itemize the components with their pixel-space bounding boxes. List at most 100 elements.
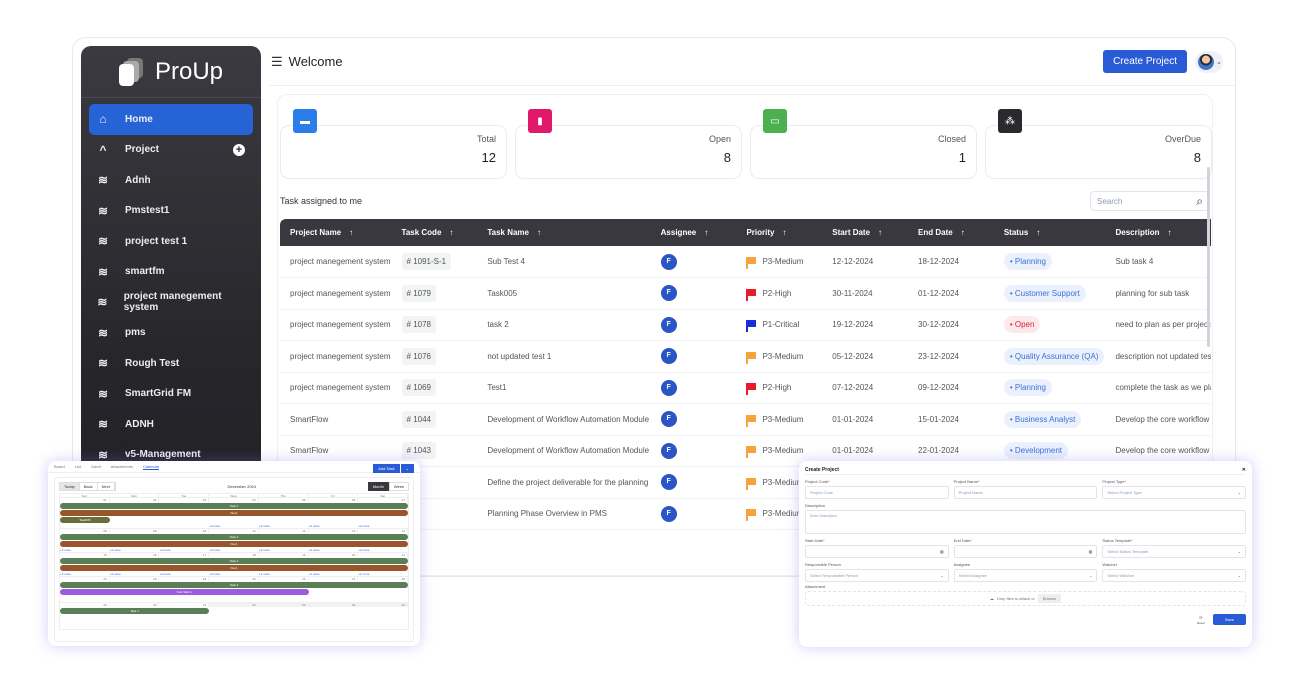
assignee-avatar[interactable]: F bbox=[660, 505, 677, 522]
day-number[interactable]: 20 bbox=[309, 553, 359, 557]
column-header[interactable]: Task Name ↑ bbox=[477, 219, 650, 246]
day-number[interactable]: 08 bbox=[60, 529, 110, 533]
assignee-avatar[interactable]: F bbox=[660, 442, 677, 459]
user-menu[interactable]: ⌄ bbox=[1195, 50, 1223, 73]
sidebar-item-project-entry[interactable]: ≋ pms bbox=[89, 318, 253, 349]
add-task-dropdown-icon[interactable]: ⌄ bbox=[400, 464, 414, 473]
column-header[interactable]: End Date ↑ bbox=[908, 219, 994, 246]
sort-arrow-icon[interactable]: ↑ bbox=[349, 228, 353, 237]
add-task-button[interactable]: Add Task bbox=[373, 464, 400, 473]
tab-gantt[interactable]: Gantt bbox=[91, 464, 101, 469]
column-header[interactable]: Task Code ↑ bbox=[392, 219, 478, 246]
assignee-avatar[interactable]: F bbox=[660, 316, 677, 333]
more-link[interactable]: +2 more bbox=[358, 548, 408, 552]
more-link[interactable]: +1 more bbox=[358, 572, 408, 576]
project-code-input[interactable]: Project Code bbox=[805, 486, 949, 499]
calendar-event[interactable]: Task005 bbox=[60, 517, 110, 523]
file-dropzone[interactable]: ☁ Drop files to attach or Browse bbox=[805, 591, 1246, 606]
sort-arrow-icon[interactable]: ↑ bbox=[961, 228, 965, 237]
sidebar-item-project-entry[interactable]: ≋ Adnh bbox=[89, 165, 253, 196]
calendar-event[interactable]: Task 1 bbox=[60, 503, 408, 509]
table-row[interactable]: project manegement system # 1091-S-1 Sub T… bbox=[280, 246, 1211, 278]
day-number[interactable]: 18 bbox=[209, 553, 259, 557]
day-number[interactable]: 09 bbox=[110, 529, 160, 533]
more-link[interactable]: +2 more bbox=[159, 548, 209, 552]
day-number[interactable]: 03 bbox=[159, 498, 210, 502]
watcher-select[interactable]: Select Watcher ⌄ bbox=[1102, 569, 1246, 582]
more-link[interactable]: +2 more bbox=[309, 524, 359, 528]
sort-arrow-icon[interactable]: ↑ bbox=[782, 228, 786, 237]
day-number[interactable]: 13 bbox=[309, 529, 359, 533]
day-number[interactable]: 30 bbox=[110, 603, 160, 607]
project-name-input[interactable]: Project Name bbox=[953, 486, 1098, 499]
day-number[interactable]: 23 bbox=[110, 577, 160, 581]
day-number[interactable]: 28 bbox=[358, 577, 408, 581]
more-link[interactable]: +2 more bbox=[60, 548, 110, 552]
sidebar-item-project-entry[interactable]: ≋ Pmstest1 bbox=[89, 196, 253, 227]
calendar-event[interactable]: Task 1 bbox=[60, 608, 210, 614]
menu-toggle-icon[interactable]: ☰ bbox=[271, 54, 283, 70]
day-number[interactable]: 02 bbox=[110, 498, 160, 502]
browse-button[interactable]: Browse bbox=[1037, 594, 1062, 603]
more-link[interactable]: +2 more bbox=[209, 572, 259, 576]
calendar-event[interactable]: Task 1 bbox=[60, 558, 408, 564]
search-input[interactable]: Search ⌕ bbox=[1090, 191, 1210, 211]
column-header[interactable]: Priority ↑ bbox=[736, 219, 822, 246]
end-date-input[interactable]: ▦ bbox=[953, 545, 1098, 558]
close-icon[interactable]: ✕ bbox=[1242, 467, 1246, 473]
day-number[interactable]: 01 bbox=[60, 498, 110, 502]
assignee-avatar[interactable]: F bbox=[660, 474, 677, 491]
day-number[interactable]: 11 bbox=[209, 529, 259, 533]
scrollbar[interactable] bbox=[1207, 167, 1210, 347]
assignee-avatar[interactable]: F bbox=[660, 253, 677, 270]
assignee-avatar[interactable]: F bbox=[660, 285, 677, 302]
save-button[interactable]: Save bbox=[1212, 614, 1246, 625]
sort-arrow-icon[interactable]: ↑ bbox=[449, 228, 453, 237]
sort-arrow-icon[interactable]: ↑ bbox=[1168, 228, 1172, 237]
sidebar-item-project-entry[interactable]: ≋ smartfm bbox=[89, 257, 253, 288]
status-template-select[interactable]: Select Status Template ⌄ bbox=[1102, 545, 1246, 558]
day-number[interactable]: 12 bbox=[259, 529, 309, 533]
calendar-event[interactable]: Dev1 bbox=[60, 565, 408, 571]
more-link[interactable]: +1 more bbox=[309, 572, 359, 576]
column-header[interactable]: Status ↑ bbox=[994, 219, 1106, 246]
calendar-back-button[interactable]: Back bbox=[80, 482, 98, 490]
more-link[interactable]: +2 more bbox=[309, 548, 359, 552]
day-number[interactable]: 17 bbox=[159, 553, 210, 557]
more-link[interactable]: +2 more bbox=[259, 548, 309, 552]
more-link[interactable] bbox=[110, 524, 160, 528]
day-number[interactable]: 26 bbox=[259, 577, 309, 581]
day-number[interactable]: 25 bbox=[209, 577, 259, 581]
day-number[interactable]: 05 bbox=[259, 498, 309, 502]
sidebar-item-project-entry[interactable]: ≋ SmartGrid FM bbox=[89, 379, 253, 410]
more-link[interactable] bbox=[60, 524, 110, 528]
column-header[interactable]: Start Date ↑ bbox=[822, 219, 908, 246]
more-link[interactable]: +2 more bbox=[60, 572, 110, 576]
day-number[interactable]: 02 bbox=[258, 603, 309, 607]
day-number[interactable]: 22 bbox=[60, 577, 110, 581]
assignee-avatar[interactable]: F bbox=[660, 379, 677, 396]
responsible-person-select[interactable]: Select Responsible Person ⌄ bbox=[805, 569, 949, 582]
calendar-event[interactable]: Task 1 bbox=[60, 582, 408, 588]
sidebar-item-project-entry[interactable]: ≋ Rough Test bbox=[89, 348, 253, 379]
day-number[interactable]: 21 bbox=[358, 553, 408, 557]
add-project-icon[interactable]: + bbox=[233, 143, 245, 156]
view-week-button[interactable]: Week bbox=[388, 481, 409, 491]
more-link[interactable]: +2 more bbox=[209, 548, 259, 552]
more-link[interactable]: +2 more bbox=[209, 524, 259, 528]
day-number[interactable]: 10 bbox=[159, 529, 210, 533]
sidebar-item-project-entry[interactable]: ≋ ADNH bbox=[89, 409, 253, 440]
day-number[interactable]: 14 bbox=[358, 529, 408, 533]
sidebar-item-project[interactable]: ^ Project + bbox=[89, 135, 253, 166]
day-number[interactable]: 27 bbox=[309, 577, 359, 581]
view-month-button[interactable]: Month bbox=[367, 481, 389, 491]
more-link[interactable]: +1 more bbox=[259, 572, 309, 576]
day-number[interactable]: 15 bbox=[60, 553, 110, 557]
tab-attachments[interactable]: Attachments bbox=[111, 464, 133, 469]
column-header[interactable]: Project Name ↑ bbox=[280, 219, 392, 246]
table-row[interactable]: project manegement system # 1069 Test1 F P2-… bbox=[280, 372, 1211, 404]
project-type-select[interactable]: Select Project Type ⌄ bbox=[1102, 486, 1246, 499]
create-project-button[interactable]: Create Project bbox=[1103, 50, 1187, 73]
sidebar-item-project-entry[interactable]: ≋ project test 1 bbox=[89, 226, 253, 257]
day-number[interactable]: 04 bbox=[358, 603, 408, 607]
